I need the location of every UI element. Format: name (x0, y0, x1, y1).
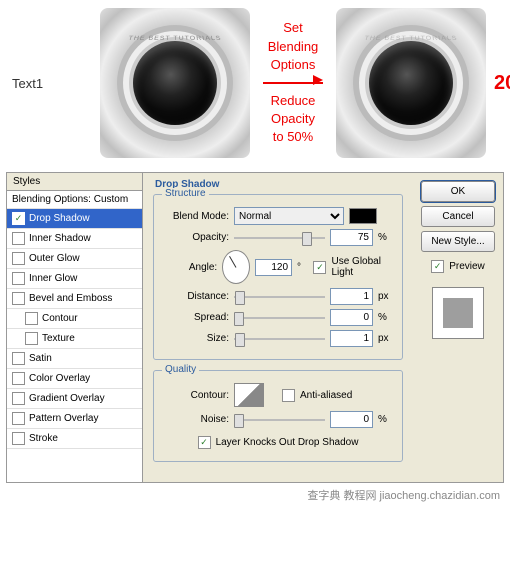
lens-before: THE BEST TUTORIALS (100, 8, 250, 158)
style-checkbox[interactable] (12, 372, 25, 385)
style-row-inner-shadow[interactable]: Inner Shadow (7, 229, 142, 249)
opacity-input[interactable]: 75 (330, 229, 373, 246)
instruction-text: Set Blending Options Reduce Opacity to 5… (258, 19, 328, 146)
noise-label: Noise: (164, 414, 229, 425)
style-label: Stroke (29, 433, 58, 444)
style-row-outer-glow[interactable]: Outer Glow (7, 249, 142, 269)
blend-mode-label: Blend Mode: (164, 211, 229, 222)
style-checkbox[interactable] (25, 312, 38, 325)
ok-button[interactable]: OK (421, 181, 495, 202)
style-row-inner-glow[interactable]: Inner Glow (7, 269, 142, 289)
style-row-texture[interactable]: Texture (7, 329, 142, 349)
dialog-buttons: OK Cancel New Style... ✓ Preview (413, 173, 503, 482)
style-checkbox[interactable] (12, 392, 25, 405)
preview-label: Preview (449, 261, 485, 272)
style-label: Gradient Overlay (29, 393, 105, 404)
size-input[interactable]: 1 (330, 330, 373, 347)
style-row-gradient-overlay[interactable]: Gradient Overlay (7, 389, 142, 409)
style-checkbox[interactable] (25, 332, 38, 345)
style-checkbox[interactable] (12, 292, 25, 305)
anti-aliased-label: Anti-aliased (300, 390, 352, 401)
style-label: Drop Shadow (29, 213, 90, 224)
global-light-checkbox[interactable]: ✓ (313, 261, 326, 274)
cancel-button[interactable]: Cancel (421, 206, 495, 227)
effect-settings-panel: Drop Shadow Structure Blend Mode: Normal… (143, 173, 413, 482)
anti-aliased-checkbox[interactable] (282, 389, 295, 402)
style-label: Texture (42, 333, 75, 344)
style-label: Bevel and Emboss (29, 293, 112, 304)
distance-label: Distance: (164, 291, 229, 302)
style-label: Pattern Overlay (29, 413, 98, 424)
knocks-out-checkbox[interactable]: ✓ (198, 436, 211, 449)
angle-label: Angle: (164, 262, 217, 273)
shadow-color-swatch[interactable] (349, 208, 377, 224)
angle-dial[interactable] (222, 250, 250, 284)
style-row-stroke[interactable]: Stroke (7, 429, 142, 449)
style-label: Inner Glow (29, 273, 77, 284)
quality-group: Quality Contour: Anti-aliased Noise: 0 %… (153, 370, 403, 462)
style-checkbox[interactable] (12, 412, 25, 425)
preview-checkbox[interactable]: ✓ (431, 260, 444, 273)
preview-swatch (432, 287, 484, 339)
global-light-label: Use Global Light (331, 256, 392, 278)
opacity-label: Opacity: (164, 232, 229, 243)
size-label: Size: (164, 333, 229, 344)
style-checkbox[interactable]: ✓ (12, 212, 25, 225)
styles-header[interactable]: Styles (7, 173, 142, 191)
style-row-contour[interactable]: Contour (7, 309, 142, 329)
style-row-bevel-and-emboss[interactable]: Bevel and Emboss (7, 289, 142, 309)
style-row-pattern-overlay[interactable]: Pattern Overlay (7, 409, 142, 429)
style-label: Contour (42, 313, 78, 324)
lens-after: THE BEST TUTORIALS (336, 8, 486, 158)
style-checkbox[interactable] (12, 272, 25, 285)
style-row-color-overlay[interactable]: Color Overlay (7, 369, 142, 389)
spread-input[interactable]: 0 (330, 309, 373, 326)
arrow-icon (258, 78, 328, 88)
style-checkbox[interactable] (12, 432, 25, 445)
style-label: Inner Shadow (29, 233, 91, 244)
angle-input[interactable]: 120 (255, 259, 292, 276)
style-label: Outer Glow (29, 253, 80, 264)
spread-label: Spread: (164, 312, 229, 323)
layer-style-dialog: Styles Blending Options: Custom ✓Drop Sh… (6, 172, 504, 483)
style-row-drop-shadow[interactable]: ✓ Drop Shadow (7, 209, 142, 229)
spread-slider[interactable] (234, 310, 325, 326)
style-checkbox[interactable] (12, 352, 25, 365)
style-checkbox[interactable] (12, 252, 25, 265)
distance-input[interactable]: 1 (330, 288, 373, 305)
style-label: Color Overlay (29, 373, 90, 384)
contour-picker[interactable] (234, 383, 264, 407)
noise-slider[interactable] (234, 412, 325, 428)
style-label: Satin (29, 353, 52, 364)
blend-mode-select[interactable]: Normal (234, 207, 344, 225)
styles-list: Styles Blending Options: Custom ✓ Drop Sh… (7, 173, 143, 482)
watermark: 查字典 教程网 jiaocheng.chazidian.com (0, 485, 510, 505)
noise-input[interactable]: 0 (330, 411, 373, 428)
step-number: 20a (494, 72, 510, 95)
structure-group: Structure Blend Mode: Normal Opacity: 75… (153, 194, 403, 360)
page-title: Text1 (12, 76, 92, 91)
style-row-satin[interactable]: Satin (7, 349, 142, 369)
distance-slider[interactable] (234, 289, 325, 305)
size-slider[interactable] (234, 331, 325, 347)
contour-label: Contour: (164, 390, 229, 401)
knocks-out-label: Layer Knocks Out Drop Shadow (216, 437, 359, 448)
new-style-button[interactable]: New Style... (421, 231, 495, 252)
style-checkbox[interactable] (12, 232, 25, 245)
blending-options-row[interactable]: Blending Options: Custom (7, 191, 142, 209)
opacity-slider[interactable] (234, 230, 325, 246)
